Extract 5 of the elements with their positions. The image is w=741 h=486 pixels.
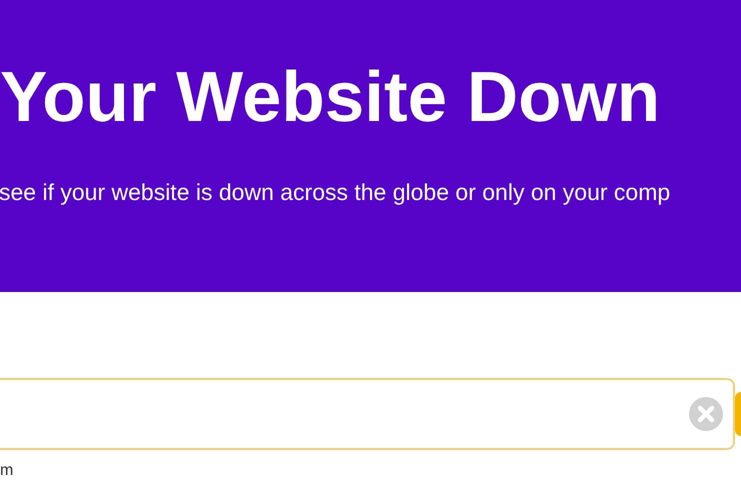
hero-title: Your Website Down (0, 62, 662, 133)
search-button[interactable] (735, 392, 741, 436)
url-input-field[interactable] (0, 378, 735, 450)
hero-subtitle: see if your website is down across the globe or only on your comp (0, 178, 672, 207)
example-hint: m (0, 463, 14, 479)
